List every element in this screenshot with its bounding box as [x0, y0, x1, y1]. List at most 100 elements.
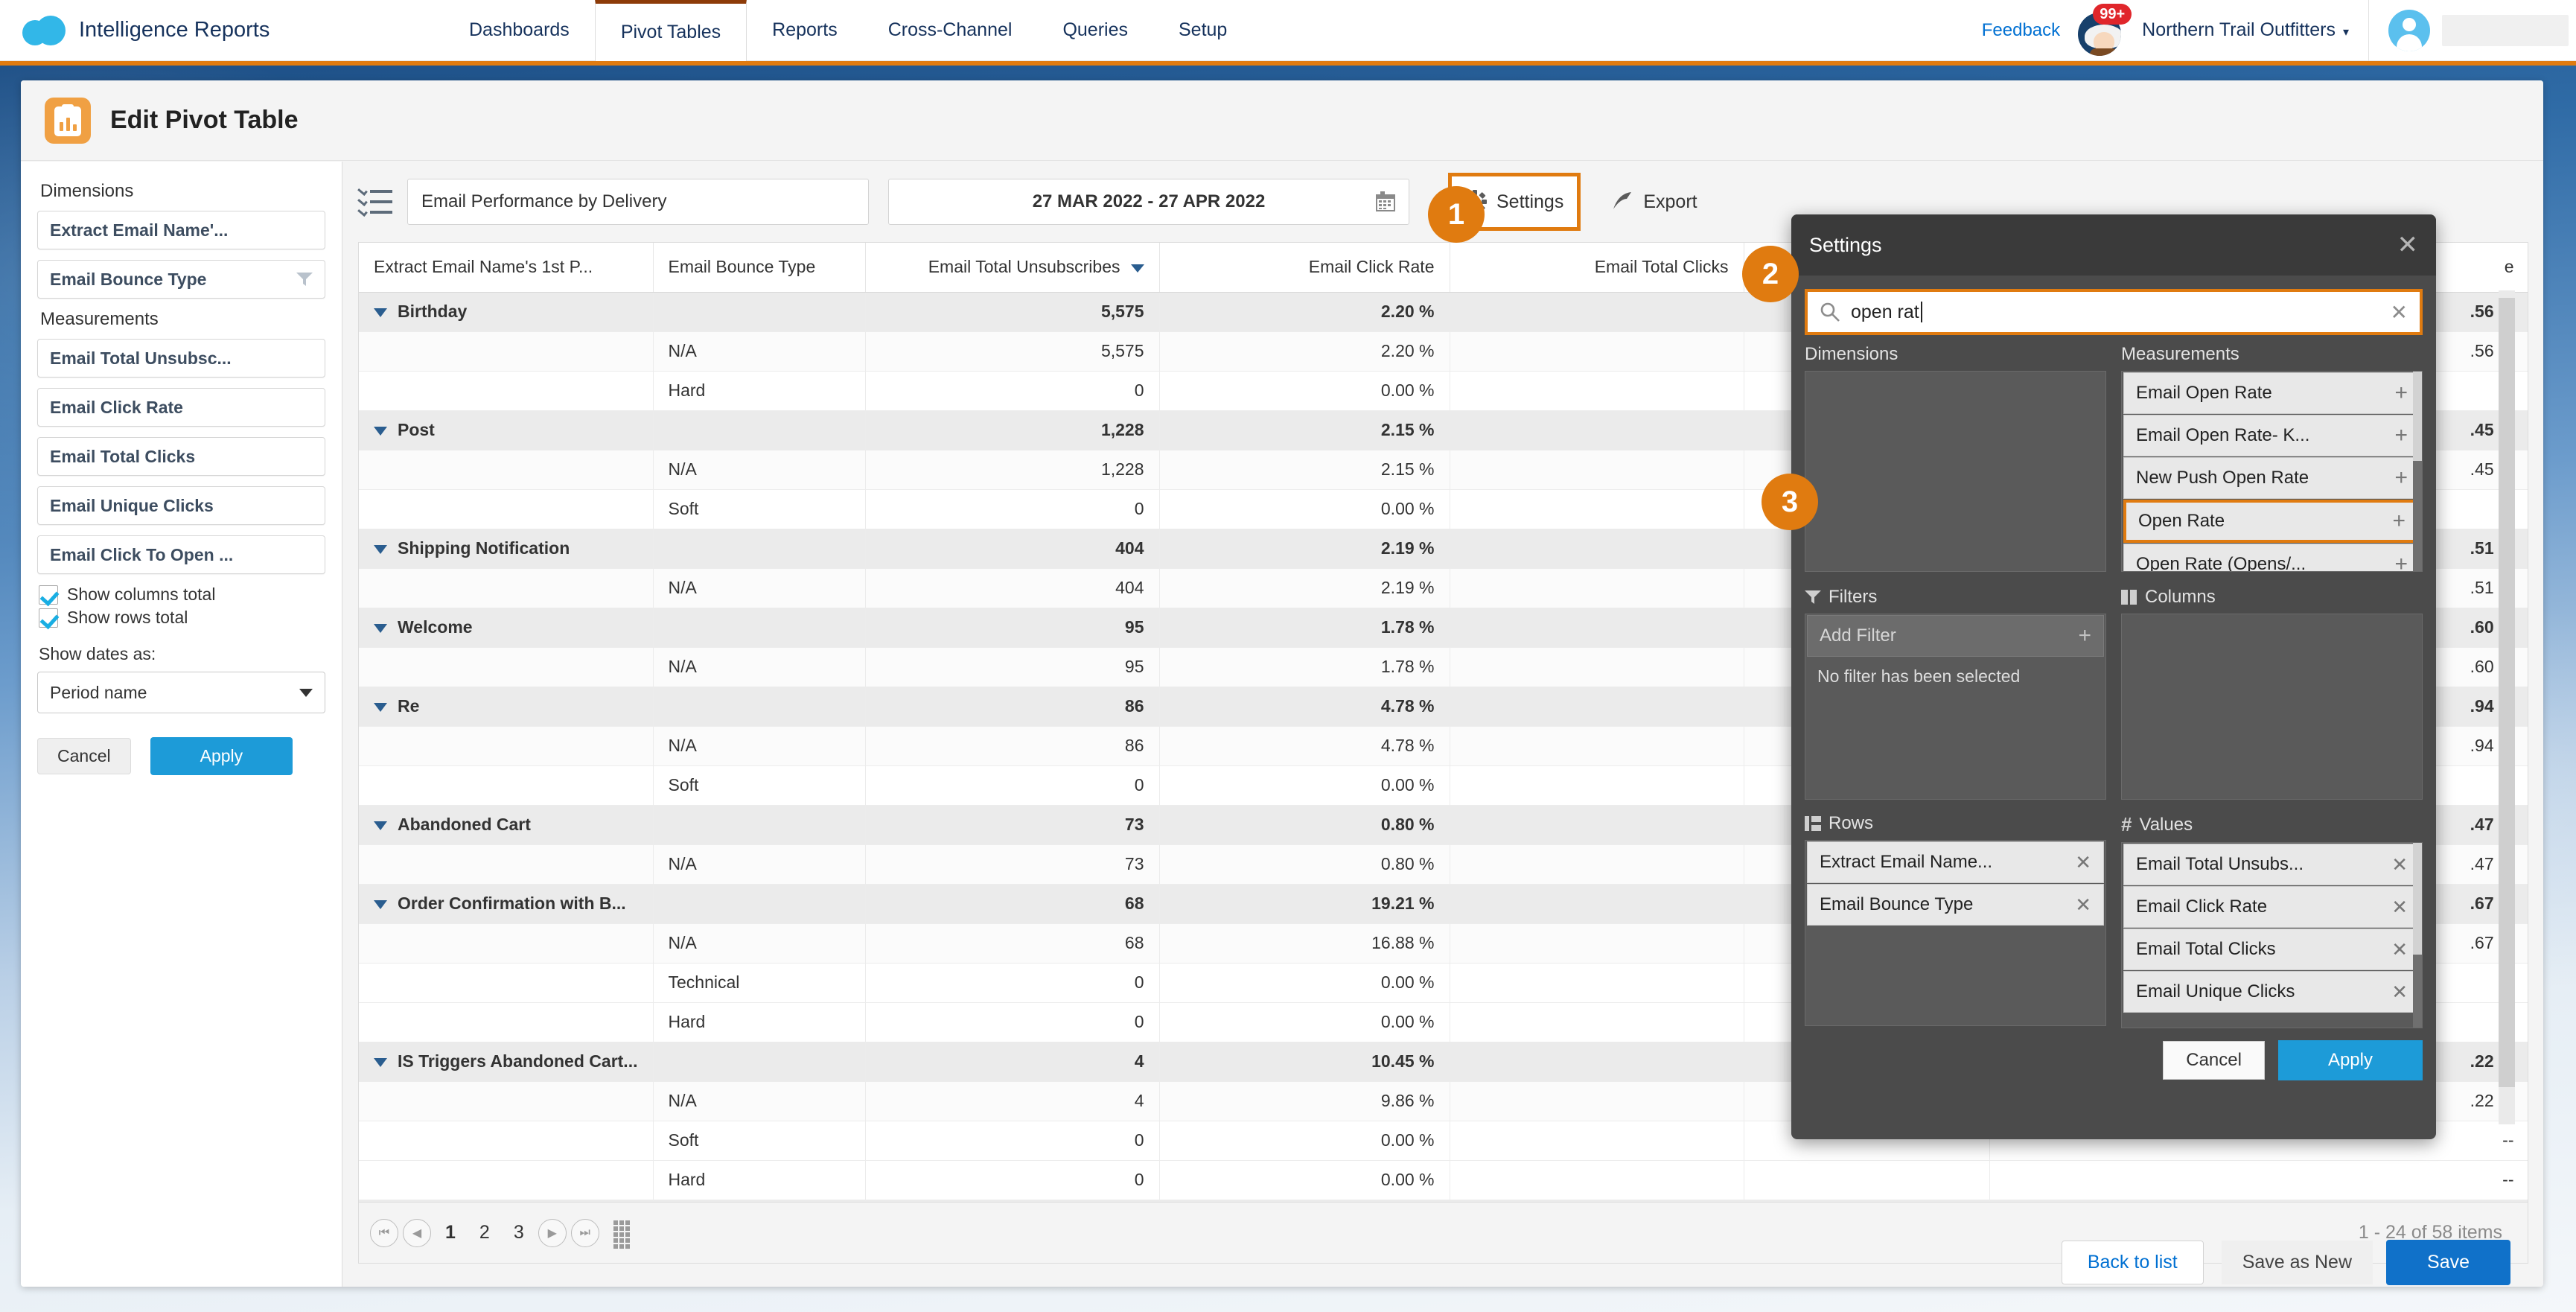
plus-icon[interactable]: +	[2394, 467, 2408, 489]
cell-click-rate: 0.00 %	[1159, 765, 1450, 806]
close-icon[interactable]: ✕	[2397, 232, 2419, 258]
show-columns-total-row[interactable]: Show columns total	[39, 585, 325, 605]
plus-icon[interactable]: +	[2394, 424, 2408, 447]
remove-icon[interactable]: ✕	[2391, 855, 2408, 874]
remove-icon[interactable]: ✕	[2391, 940, 2408, 959]
measurements-results-list[interactable]: Email Open Rate + Email Open Rate- K... + …	[2121, 371, 2423, 572]
add-filter-button[interactable]: Add Filter +	[1807, 615, 2104, 657]
col-header-extract-email-name[interactable]: Extract Email Name's 1st P...	[359, 243, 654, 293]
save-button[interactable]: Save	[2386, 1239, 2510, 1285]
plus-icon[interactable]: +	[2078, 623, 2091, 649]
show-rows-total-checkbox[interactable]	[39, 608, 58, 628]
measurement-chip-unique-clicks[interactable]: Email Unique Clicks	[37, 486, 325, 525]
values-chip-click-rate[interactable]: Email Click Rate ✕	[2123, 886, 2420, 928]
values-panel[interactable]: Email Total Unsubs... ✕ Email Click Rate ✕…	[2121, 842, 2423, 1028]
chevron-down-icon	[299, 688, 313, 697]
measurement-result-email-open-rate-k[interactable]: Email Open Rate- K... +	[2123, 415, 2420, 456]
report-title-input[interactable]	[407, 179, 869, 225]
remove-icon[interactable]: ✕	[2075, 853, 2091, 872]
remove-icon[interactable]: ✕	[2391, 982, 2408, 1001]
measurement-chip-total-clicks[interactable]: Email Total Clicks	[37, 437, 325, 476]
collapse-triangle-icon[interactable]	[374, 1057, 387, 1067]
measurement-result-open-rate[interactable]: Open Rate +	[2123, 500, 2420, 543]
values-chip-total-clicks[interactable]: Email Total Clicks ✕	[2123, 929, 2420, 970]
filter-funnel-icon[interactable]	[296, 273, 313, 286]
show-dates-as-select[interactable]: Period name	[37, 672, 325, 713]
feedback-link[interactable]: Feedback	[1982, 20, 2060, 41]
settings-search-field[interactable]: open rat ✕	[1805, 289, 2423, 335]
collapse-triangle-icon[interactable]	[374, 426, 387, 436]
cell-dimension-2	[653, 884, 866, 924]
measurement-chip-total-unsubscribes[interactable]: Email Total Unsubsc...	[37, 339, 325, 378]
remove-icon[interactable]: ✕	[2391, 897, 2408, 917]
checklist-icon[interactable]	[357, 185, 392, 218]
measurement-chip-click-rate[interactable]: Email Click Rate	[37, 388, 325, 427]
collapse-triangle-icon[interactable]	[374, 623, 387, 633]
collapse-triangle-icon[interactable]	[374, 821, 387, 830]
col-header-email-total-unsubscribes[interactable]: Email Total Unsubscribes	[865, 243, 1160, 293]
apply-button[interactable]: Apply	[150, 737, 293, 775]
modal-apply-button[interactable]: Apply	[2277, 1040, 2423, 1080]
rows-chip-email-bounce-type[interactable]: Email Bounce Type ✕	[1807, 884, 2104, 926]
filters-panel[interactable]: Add Filter + No filter has been selected	[1805, 614, 2106, 800]
rows-chip-extract-email-name[interactable]: Extract Email Name... ✕	[1807, 841, 2104, 883]
org-name-label: Northern Trail Outfitters	[2142, 19, 2336, 40]
measurement-result-new-push-open-rate[interactable]: New Push Open Rate +	[2123, 457, 2420, 499]
dimension-chip-extract-email-name[interactable]: Extract Email Name'...	[37, 211, 325, 249]
user-menu[interactable]	[2368, 0, 2576, 61]
col-header-email-bounce-type[interactable]: Email Bounce Type	[653, 243, 866, 293]
plus-icon[interactable]: +	[2394, 553, 2408, 572]
cancel-button[interactable]: Cancel	[37, 738, 131, 774]
show-rows-total-row[interactable]: Show rows total	[39, 608, 325, 628]
col-header-email-total-clicks[interactable]: Email Total Clicks	[1450, 243, 1744, 293]
table-vertical-scrollbar-thumb[interactable]	[2499, 298, 2515, 1087]
collapse-triangle-icon[interactable]	[374, 702, 387, 712]
cell-dimension-1: Birthday	[359, 292, 654, 332]
cell-total-clicks	[1450, 529, 1744, 569]
plus-icon[interactable]: +	[2394, 382, 2408, 404]
save-as-new-button[interactable]: Save as New	[2221, 1240, 2373, 1284]
cell-dimension-1	[359, 568, 654, 608]
collapse-triangle-icon[interactable]	[374, 544, 387, 554]
measurement-result-email-open-rate[interactable]: Email Open Rate +	[2123, 372, 2420, 414]
dimensions-results-list[interactable]	[1805, 371, 2106, 572]
collapse-triangle-icon[interactable]	[374, 308, 387, 317]
values-list-scrollbar-thumb[interactable]	[2413, 843, 2422, 955]
calendar-icon[interactable]	[1374, 191, 1397, 213]
einstein-assistant-icon[interactable]: 99+	[2073, 3, 2132, 56]
modal-cancel-button[interactable]: Cancel	[2163, 1041, 2265, 1080]
col-header-email-click-rate[interactable]: Email Click Rate	[1159, 243, 1450, 293]
org-name-menu[interactable]: Northern Trail Outfitters ▾	[2142, 19, 2349, 41]
result-label: Open Rate	[2138, 511, 2225, 531]
measurement-label: Email Click To Open ...	[50, 544, 234, 564]
values-label-row: # Values	[2121, 813, 2423, 836]
export-button[interactable]: Export	[1610, 190, 1697, 214]
remove-icon[interactable]: ✕	[2075, 895, 2091, 914]
date-range-label: 27 MAR 2022 - 27 APR 2022	[1032, 191, 1266, 211]
nav-tab-reports[interactable]: Reports	[747, 0, 863, 61]
nav-tab-dashboards[interactable]: Dashboards	[444, 0, 595, 61]
measurement-result-open-rate-opens[interactable]: Open Rate (Opens/... +	[2123, 544, 2420, 572]
date-range-picker[interactable]: 27 MAR 2022 - 27 APR 2022	[888, 179, 1409, 225]
row-group-label: IS Triggers Abandoned Cart...	[398, 1051, 638, 1071]
plus-icon[interactable]: +	[2392, 510, 2406, 532]
nav-tab-pivot-tables[interactable]: Pivot Tables	[594, 0, 747, 61]
nav-tab-setup[interactable]: Setup	[1153, 0, 1252, 61]
brand-logo[interactable]: Intelligence Reports	[19, 14, 444, 47]
collapse-triangle-icon[interactable]	[374, 899, 387, 909]
measurement-chip-click-to-open[interactable]: Email Click To Open ...	[37, 535, 325, 574]
rows-panel[interactable]: Extract Email Name... ✕ Email Bounce Type…	[1805, 840, 2106, 1026]
columns-panel[interactable]	[2121, 614, 2423, 800]
values-chip-unique-clicks[interactable]: Email Unique Clicks ✕	[2123, 971, 2420, 1013]
dimension-chip-email-bounce-type[interactable]: Email Bounce Type	[37, 260, 325, 299]
row-group-label: Re	[398, 696, 420, 716]
nav-tab-cross-channel[interactable]: Cross-Channel	[863, 0, 1038, 61]
values-chip-total-unsubscribes[interactable]: Email Total Unsubs... ✕	[2123, 844, 2420, 885]
show-columns-total-checkbox[interactable]	[39, 585, 58, 605]
nav-tab-queries[interactable]: Queries	[1037, 0, 1153, 61]
clear-search-icon[interactable]: ✕	[2391, 300, 2408, 325]
back-to-list-button[interactable]: Back to list	[2061, 1240, 2204, 1284]
measurements-list-scrollbar-thumb[interactable]	[2413, 372, 2422, 461]
modal-footer: Cancel Apply	[1791, 1028, 2436, 1080]
table-row[interactable]: Hard00.00 % --	[359, 1160, 2528, 1200]
